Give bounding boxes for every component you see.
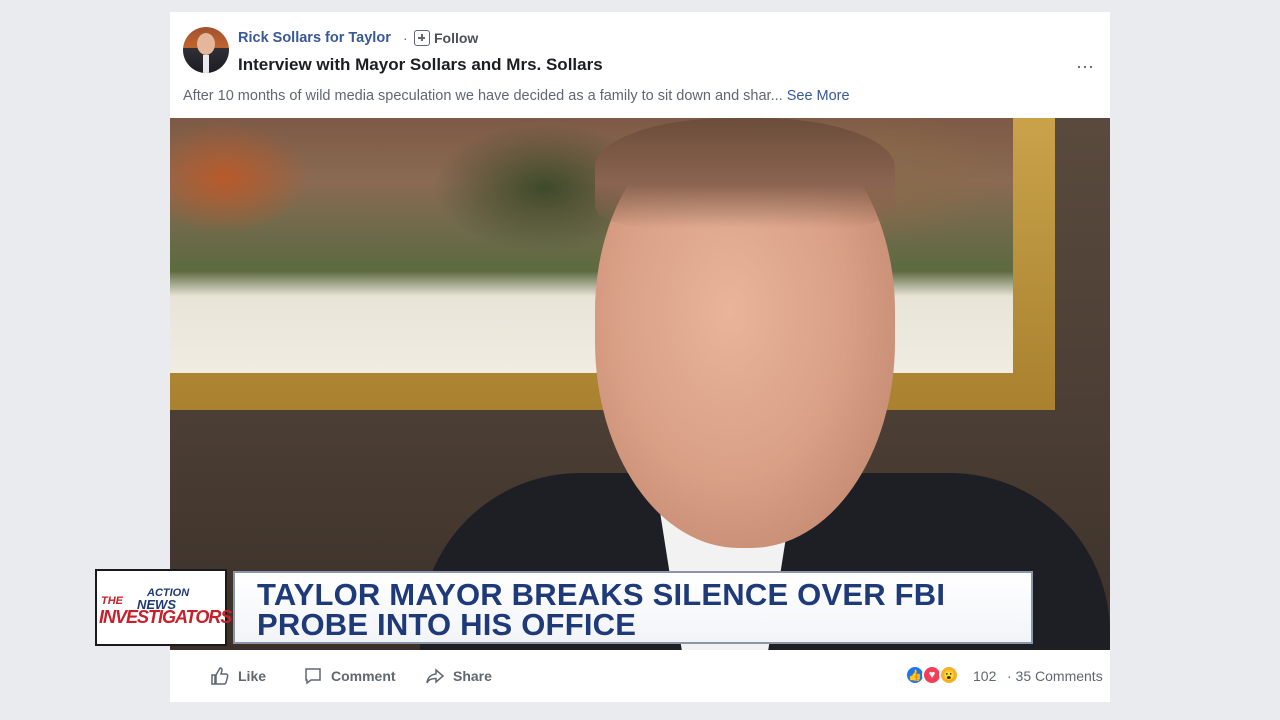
dot-separator: · bbox=[403, 30, 408, 46]
post-text: After 10 months of wild media speculatio… bbox=[183, 88, 850, 104]
follow-icon bbox=[414, 30, 430, 46]
news-lower-third: ACTION NEWS THE INVESTIGATORS TAYLOR MAY… bbox=[95, 569, 1038, 646]
like-button[interactable]: Like bbox=[210, 666, 266, 686]
thumbs-up-icon bbox=[211, 667, 229, 685]
post-action-bar: Like Comment Share 👍 ♥ 😮 102 · 35 Commen… bbox=[170, 652, 1110, 702]
headline-line-2: PROBE INTO HIS OFFICE bbox=[257, 607, 637, 642]
comment-icon bbox=[305, 668, 321, 685]
more-options-icon[interactable]: ⋯ bbox=[1076, 57, 1095, 78]
avatar-face bbox=[197, 33, 215, 55]
page-name-link[interactable]: Rick Sollars for Taylor bbox=[238, 30, 391, 46]
follow-label: Follow bbox=[434, 30, 479, 46]
reaction-count[interactable]: 102 bbox=[973, 668, 996, 684]
share-button[interactable]: Share bbox=[425, 666, 492, 686]
like-label: Like bbox=[238, 668, 267, 684]
reactions-summary[interactable]: 👍 ♥ 😮 bbox=[905, 665, 959, 685]
hair bbox=[595, 118, 895, 228]
investigators-logo: ACTION NEWS THE INVESTIGATORS bbox=[95, 569, 232, 646]
comment-label: Comment bbox=[331, 668, 396, 684]
comment-button[interactable]: Comment bbox=[303, 666, 396, 686]
avatar-shirt bbox=[203, 55, 209, 73]
post-title: Interview with Mayor Sollars and Mrs. So… bbox=[238, 55, 603, 74]
see-more-link[interactable]: See More bbox=[787, 88, 850, 104]
logo-the-text: THE bbox=[101, 595, 123, 607]
follow-button[interactable]: Follow bbox=[414, 28, 478, 48]
share-label: Share bbox=[453, 668, 492, 684]
post-text-body: After 10 months of wild media speculatio… bbox=[183, 88, 783, 104]
wow-reaction-icon: 😮 bbox=[939, 665, 959, 685]
share-icon bbox=[426, 668, 445, 684]
page-avatar[interactable] bbox=[183, 27, 229, 73]
comments-count[interactable]: · 35 Comments bbox=[1007, 668, 1103, 684]
post-header: Rick Sollars for Taylor · Follow Intervi… bbox=[170, 12, 1110, 117]
logo-investigators-text: INVESTIGATORS bbox=[99, 607, 232, 627]
headline-bar: TAYLOR MAYOR BREAKS SILENCE OVER FBI PRO… bbox=[233, 571, 1033, 644]
